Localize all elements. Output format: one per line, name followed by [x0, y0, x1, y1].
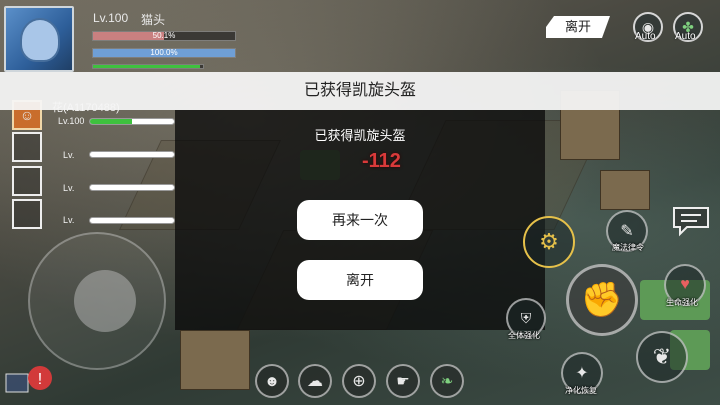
hp-bar-text: 50.1% — [152, 31, 176, 40]
team-member-level: Lv. — [63, 150, 75, 160]
team-slot-empty[interactable] — [12, 166, 42, 196]
mp-bar-text: 100.0% — [150, 48, 178, 57]
team-member-hp-bar — [89, 151, 175, 158]
alert-icon: ! — [5, 366, 52, 393]
auto-label-2: Auto — [675, 31, 696, 42]
team-slot-empty[interactable] — [12, 132, 42, 162]
gear-icon: ⚙ — [539, 229, 559, 254]
team-member-hp-bar — [89, 217, 175, 224]
wing-skill[interactable]: ❦ — [636, 331, 688, 383]
life-boost-label: 生命强化 — [666, 298, 698, 307]
damage-number: -112 — [362, 150, 401, 172]
xp-bar — [92, 64, 204, 69]
character-face — [20, 18, 60, 62]
team-member-hp-bar — [89, 184, 175, 191]
result-modal: 已获得凯旋头盔 再来一次 离开 — [175, 110, 545, 330]
retry-button[interactable]: 再来一次 — [297, 200, 423, 240]
modal-message: 已获得凯旋头盔 — [314, 128, 406, 143]
hand-icon: ☛ — [396, 373, 410, 390]
reward-banner-title: 已获得凯旋头盔 — [303, 82, 416, 99]
attack-button[interactable]: ✊ — [566, 264, 638, 336]
fist-icon: ✊ — [580, 281, 624, 319]
player-portrait[interactable] — [4, 6, 74, 72]
skill-slot-1[interactable]: ⚙ — [523, 216, 575, 268]
svg-text:!: ! — [38, 371, 42, 388]
toolbar-button-4[interactable]: ☛ — [386, 364, 420, 398]
team-member-level: Lv. — [63, 183, 75, 193]
team-member-hp-bar — [89, 118, 175, 125]
wing-icon: ❦ — [652, 344, 672, 369]
chat-bubble-icon — [673, 207, 709, 237]
body-boost-label: 全体强化 — [508, 331, 540, 340]
crate — [600, 170, 650, 210]
xp-bar-fill — [93, 65, 200, 68]
team-member-level: Lv.100 — [58, 116, 85, 126]
toolbar-button-5[interactable]: ❧ — [430, 364, 464, 398]
reward-banner: 已获得凯旋头盔 — [0, 72, 720, 110]
mp-bar: 100.0% — [92, 48, 236, 58]
chat-button[interactable] — [671, 205, 711, 237]
player-level: Lv.100 — [93, 11, 129, 25]
toolbar-button-2[interactable]: ☁ — [298, 364, 332, 398]
team-member-hp-fill — [90, 119, 132, 124]
joystick-knob[interactable] — [74, 270, 136, 332]
toolbar-button-1[interactable]: ☻ — [255, 364, 289, 398]
purify-label: 净化恢复 — [565, 386, 597, 395]
leaf-icon: ❧ — [440, 373, 454, 390]
team-slot-empty[interactable] — [12, 199, 42, 229]
crosshair-icon: ⊕ — [352, 373, 366, 390]
crate — [180, 330, 250, 390]
toolbar-button-3[interactable]: ⊕ — [342, 364, 376, 398]
player-name: 猫头 — [141, 13, 166, 27]
leave-button[interactable]: 离开 — [297, 260, 423, 300]
magic-order-label: 魔法律令 — [612, 243, 644, 252]
cloud-icon: ☁ — [307, 373, 323, 390]
message-alert-button[interactable]: ! — [4, 364, 54, 398]
team-member-level: Lv. — [63, 215, 75, 225]
hp-bar: 50.1% — [92, 31, 236, 41]
character-icon: ☻ — [264, 372, 280, 390]
leave-button-top[interactable]: 离开 — [546, 16, 610, 38]
auto-label-1: Auto — [635, 31, 656, 42]
